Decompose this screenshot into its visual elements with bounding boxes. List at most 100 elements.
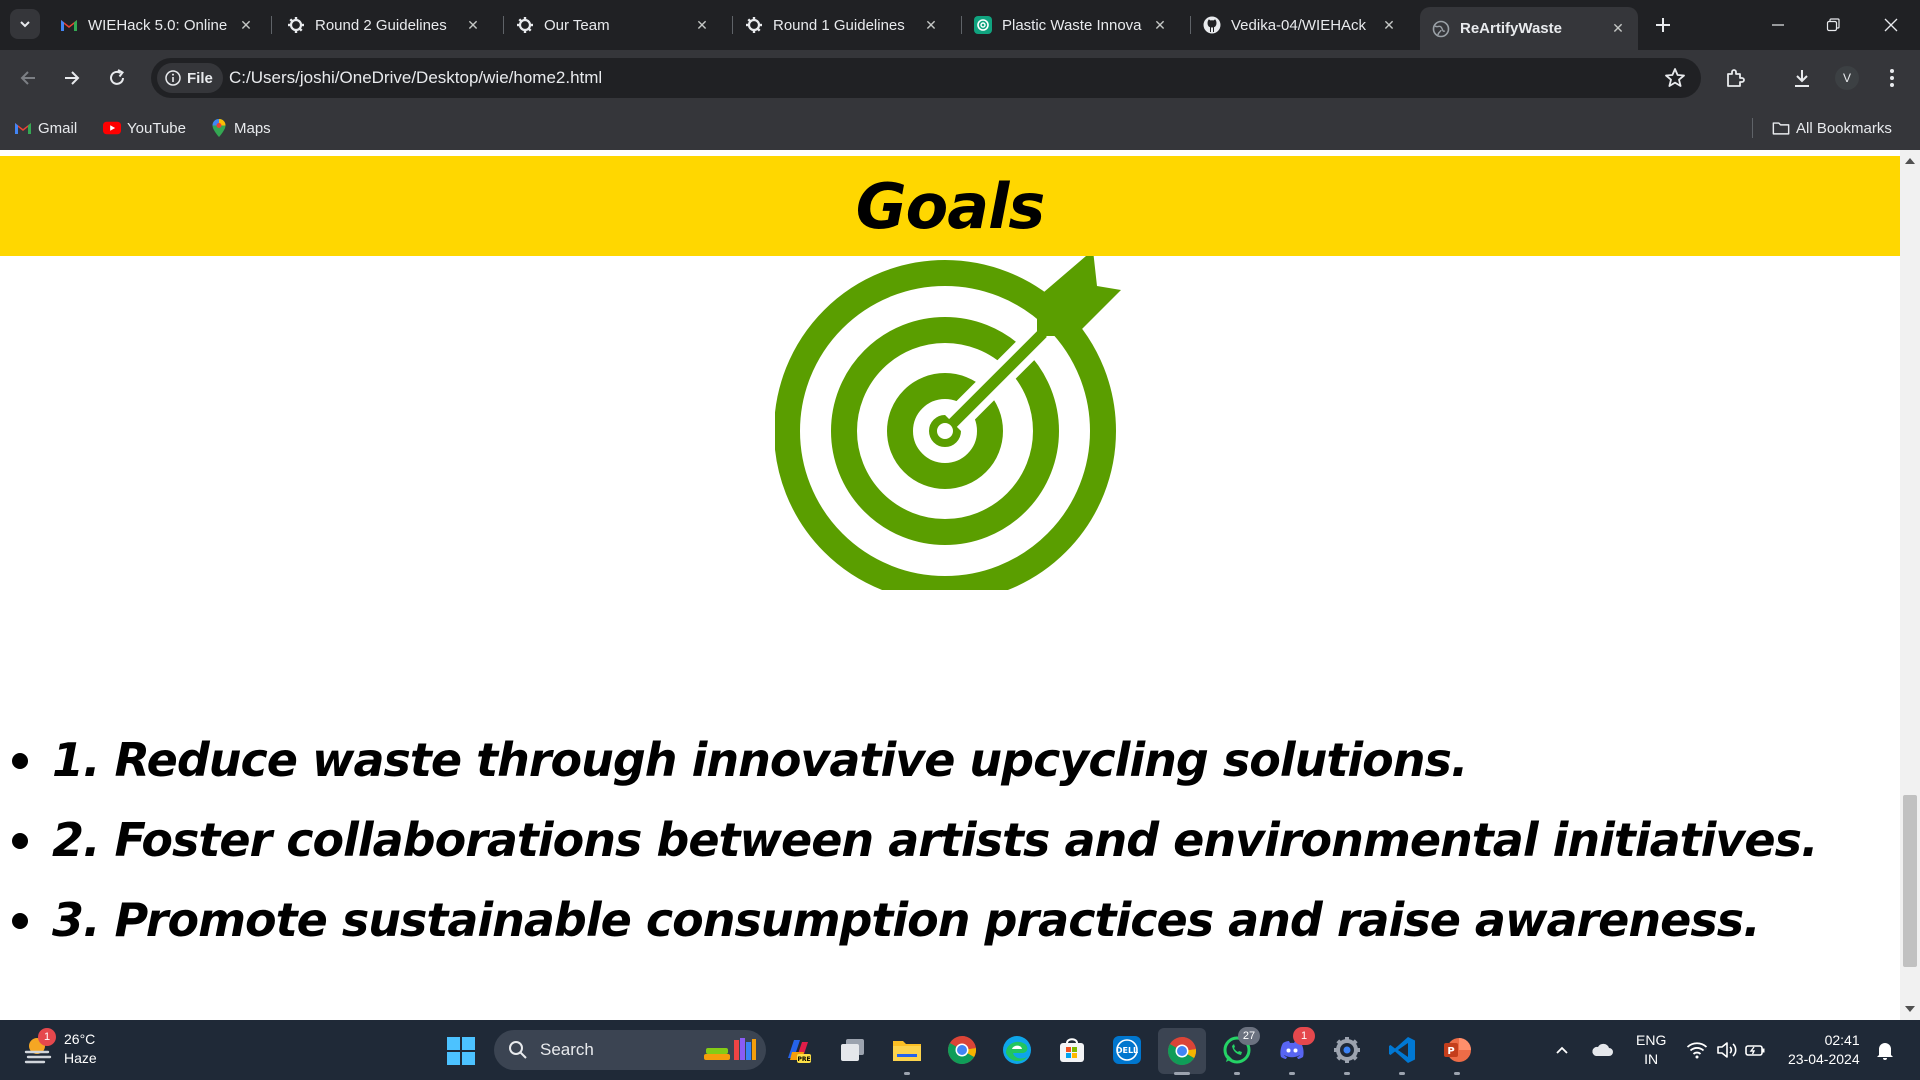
more-vertical-icon	[1890, 69, 1894, 87]
close-icon[interactable]: ✕	[692, 15, 712, 35]
puzzle-icon	[1727, 69, 1745, 87]
new-tab-button[interactable]	[1650, 12, 1676, 38]
cloud-icon	[1592, 1043, 1613, 1056]
clock-button[interactable]: 02:41 23-04-2024	[1788, 1020, 1860, 1080]
star-icon	[1665, 68, 1685, 87]
close-icon[interactable]: ✕	[463, 15, 483, 35]
svg-text:PRE: PRE	[797, 1056, 810, 1063]
url-text[interactable]: C:/Users/joshi/OneDrive/Desktop/wie/home…	[229, 58, 602, 98]
extensions-button[interactable]	[1721, 64, 1749, 92]
tab-round1-guidelines[interactable]: Round 1 Guidelines ✕	[733, 7, 951, 43]
bookmark-star-button[interactable]	[1663, 66, 1687, 90]
taskbar-settings[interactable]	[1330, 1033, 1364, 1075]
forward-button[interactable]	[56, 62, 88, 94]
scheme-label: File	[187, 69, 213, 87]
back-button[interactable]	[12, 62, 44, 94]
tab-our-team[interactable]: Our Team ✕	[504, 7, 722, 43]
taskbar-chrome-active[interactable]	[1158, 1028, 1206, 1075]
tab-plastic-waste[interactable]: Plastic Waste Innova ✕	[962, 7, 1180, 43]
taskbar-dell[interactable]: DELL	[1110, 1033, 1144, 1067]
globe-icon	[1432, 20, 1450, 38]
onedrive-tray-button[interactable]	[1590, 1020, 1614, 1080]
start-button[interactable]	[446, 1036, 476, 1066]
browser-menu-button[interactable]	[1878, 64, 1906, 92]
taskbar-chrome[interactable]	[945, 1033, 979, 1067]
gmail-icon	[60, 16, 78, 34]
tab-title: Round 1 Guidelines	[773, 16, 905, 34]
taskbar-whatsapp[interactable]: 27	[1220, 1027, 1260, 1075]
site-info-chip[interactable]: File	[157, 63, 223, 93]
page-title: Goals	[855, 169, 1045, 243]
goal-text: 2. Foster collaborations between artists…	[52, 813, 1818, 867]
gmail-icon	[14, 119, 32, 137]
gear-icon	[745, 16, 763, 34]
scroll-up-arrow-icon[interactable]	[1905, 158, 1915, 164]
notification-badge: 1	[1293, 1027, 1315, 1045]
bookmark-label: YouTube	[127, 119, 186, 137]
wifi-icon	[1686, 1042, 1708, 1059]
powerpoint-icon: P	[1444, 1038, 1471, 1062]
taskbar-microsoft-store[interactable]	[1055, 1033, 1089, 1067]
taskbar-copilot[interactable]: PRE	[781, 1033, 815, 1067]
weather-condition: Haze	[64, 1050, 97, 1066]
weather-widget[interactable]: 1 26°C Haze	[22, 1028, 97, 1068]
scrollbar-thumb[interactable]	[1903, 795, 1917, 967]
tab-round2-guidelines[interactable]: Round 2 Guidelines ✕	[275, 7, 493, 43]
weather-temp: 26°C	[64, 1031, 96, 1047]
folder-icon	[1772, 119, 1790, 137]
language-text: ENG IN	[1636, 1031, 1666, 1069]
language-indicator[interactable]: ENG IN	[1636, 1020, 1666, 1080]
taskbar-task-view[interactable]	[836, 1033, 870, 1067]
tab-title: Vedika-04/WIEHAck	[1231, 16, 1367, 34]
tab-github-repo[interactable]: Vedika-04/WIEHAck ✕	[1191, 7, 1409, 43]
downloads-button[interactable]	[1788, 64, 1816, 92]
clock-date: 23-04-2024	[1788, 1051, 1860, 1067]
close-icon[interactable]: ✕	[1608, 19, 1628, 39]
close-icon[interactable]: ✕	[1150, 15, 1170, 35]
taskbar-vscode[interactable]	[1385, 1033, 1419, 1075]
tab-wiehack[interactable]: WIEHack 5.0: Online ✕	[48, 7, 266, 43]
taskbar-powerpoint[interactable]: P	[1440, 1033, 1474, 1075]
network-volume-battery-button[interactable]	[1686, 1020, 1766, 1080]
profile-avatar[interactable]: V	[1835, 66, 1859, 90]
bookmark-maps[interactable]: Maps	[210, 116, 271, 140]
reload-button[interactable]	[101, 62, 133, 94]
dell-icon: DELL	[1113, 1036, 1141, 1064]
bookmarks-bar: Gmail YouTube Maps All Bookmarks	[0, 106, 1920, 150]
download-icon	[1795, 70, 1809, 87]
close-icon[interactable]: ✕	[236, 15, 256, 35]
chatgpt-icon	[974, 16, 992, 34]
restore-button[interactable]	[1813, 10, 1853, 40]
haze-sun-icon: 1	[22, 1028, 56, 1066]
close-icon[interactable]: ✕	[1379, 15, 1399, 35]
bookmarks-separator	[1752, 118, 1753, 138]
taskbar-edge[interactable]	[1000, 1033, 1034, 1067]
notifications-button[interactable]	[1876, 1020, 1894, 1080]
taskbar-file-explorer[interactable]	[890, 1033, 924, 1075]
bookmark-label: Maps	[234, 119, 271, 137]
store-icon	[1060, 1038, 1084, 1062]
tab-search-button[interactable]	[10, 9, 40, 39]
page-scrollbar[interactable]	[1900, 150, 1920, 1020]
close-window-button[interactable]	[1871, 10, 1911, 40]
address-bar[interactable]: File C:/Users/joshi/OneDrive/Desktop/wie…	[151, 58, 1701, 98]
tab-title: Our Team	[544, 16, 610, 34]
bookmark-gmail[interactable]: Gmail	[14, 116, 77, 140]
minimize-button[interactable]	[1758, 10, 1798, 40]
bookmark-label: Gmail	[38, 119, 78, 137]
tab-title: Round 2 Guidelines	[315, 16, 447, 34]
close-icon[interactable]: ✕	[921, 15, 941, 35]
running-indicator	[1174, 1072, 1190, 1075]
arrow-left-icon	[20, 71, 35, 85]
all-bookmarks-button[interactable]: All Bookmarks	[1772, 116, 1892, 140]
scroll-down-arrow-icon[interactable]	[1905, 1006, 1915, 1012]
tab-reartifywaste[interactable]: ReArtifyWaste ✕	[1420, 7, 1638, 50]
bookmark-youtube[interactable]: YouTube	[103, 116, 186, 140]
search-highlight-books-icon	[704, 1038, 756, 1060]
taskbar-discord[interactable]: 1	[1275, 1027, 1315, 1075]
tray-overflow-button[interactable]	[1554, 1020, 1570, 1080]
taskbar-search-box[interactable]: Search	[494, 1030, 766, 1070]
tab-title: WIEHack 5.0: Online	[88, 16, 228, 34]
gear-icon	[287, 16, 305, 34]
list-item: 2. Foster collaborations between artists…	[0, 800, 1818, 880]
